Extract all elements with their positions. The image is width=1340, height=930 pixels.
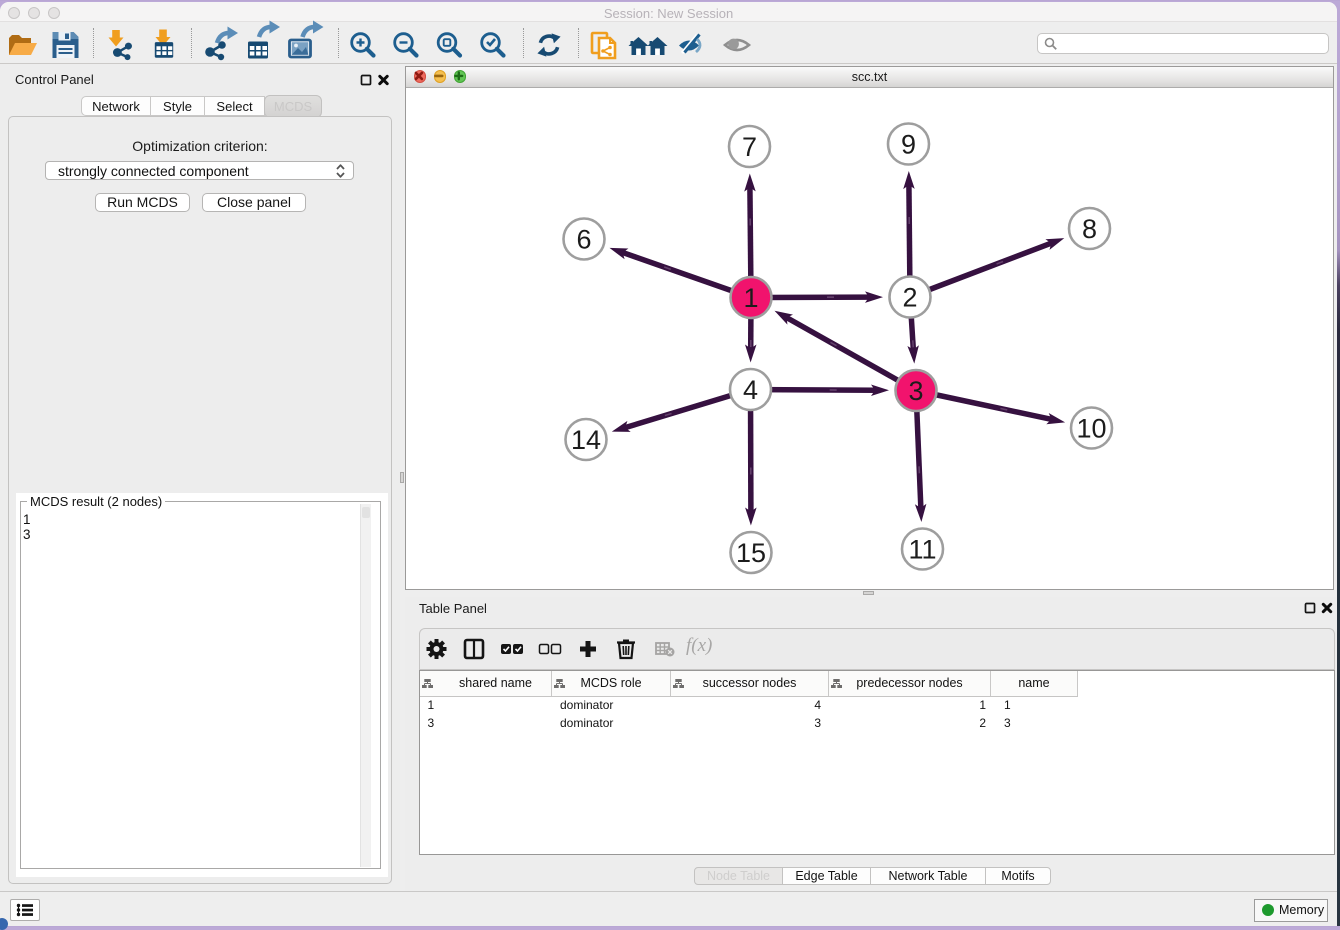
svg-text:11: 11 <box>908 535 936 565</box>
svg-text:8: 8 <box>1082 214 1097 244</box>
svg-text:1: 1 <box>743 283 758 313</box>
svg-text:4: 4 <box>743 375 758 405</box>
svg-text:7: 7 <box>742 132 757 162</box>
svg-text:3: 3 <box>908 376 923 406</box>
svg-text:9: 9 <box>901 130 916 160</box>
svg-text:15: 15 <box>736 538 766 568</box>
svg-text:14: 14 <box>571 425 601 455</box>
svg-text:6: 6 <box>576 225 591 255</box>
svg-text:2: 2 <box>902 283 917 313</box>
svg-text:10: 10 <box>1076 414 1106 444</box>
